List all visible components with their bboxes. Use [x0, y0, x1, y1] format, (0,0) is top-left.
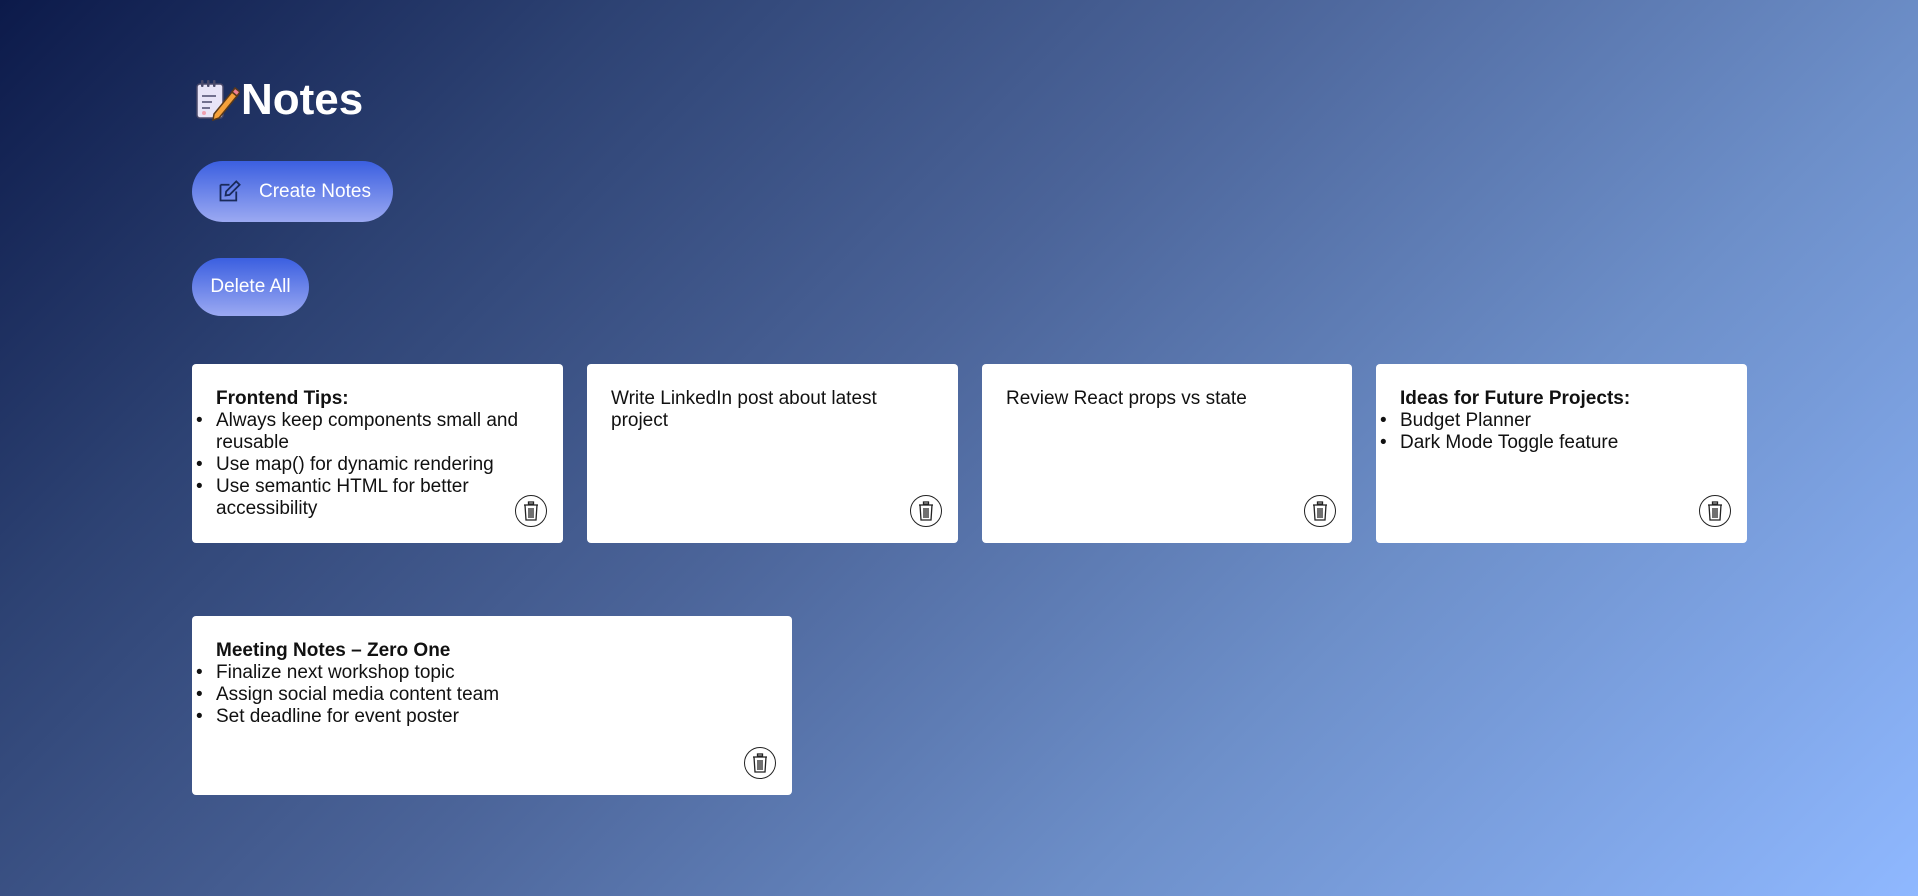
- note-list: Budget Planner Dark Mode Toggle feature: [1380, 410, 1723, 454]
- app-header: Notes: [192, 76, 363, 124]
- note-card: Meeting Notes – Zero One Finalize next w…: [192, 616, 792, 795]
- notepad-pencil-icon: [196, 80, 240, 122]
- list-item: Always keep components small and reusabl…: [196, 410, 539, 454]
- delete-note-button[interactable]: [515, 495, 547, 527]
- note-card: Write LinkedIn post about latest project: [587, 364, 958, 543]
- note-list: Finalize next workshop topic Assign soci…: [196, 662, 768, 728]
- note-text: Review React props vs state: [1006, 388, 1247, 409]
- delete-note-button[interactable]: [1699, 495, 1731, 527]
- note-card: Review React props vs state: [982, 364, 1352, 543]
- note-heading: Meeting Notes – Zero One: [216, 640, 451, 661]
- trash-icon: [1708, 501, 1722, 521]
- note-heading: Ideas for Future Projects:: [1400, 388, 1631, 409]
- delete-all-button[interactable]: Delete All: [192, 258, 309, 316]
- page-title: Notes: [241, 75, 364, 124]
- list-item: Set deadline for event poster: [196, 706, 768, 728]
- list-item: Finalize next workshop topic: [196, 662, 768, 684]
- create-notes-button[interactable]: Create Notes: [192, 161, 393, 222]
- note-text: Write LinkedIn post about latest project: [611, 388, 877, 431]
- note-list: Always keep components small and reusabl…: [196, 410, 539, 520]
- list-item: Use map() for dynamic rendering: [196, 454, 539, 476]
- delete-note-button[interactable]: [744, 747, 776, 779]
- trash-icon: [524, 501, 538, 521]
- list-item: Dark Mode Toggle feature: [1380, 432, 1723, 454]
- edit-icon: [219, 180, 241, 202]
- trash-icon: [1313, 501, 1327, 521]
- note-card: Ideas for Future Projects: Budget Planne…: [1376, 364, 1747, 543]
- list-item: Use semantic HTML for better accessibili…: [196, 476, 539, 520]
- create-notes-label: Create Notes: [259, 180, 371, 202]
- note-heading: Frontend Tips:: [216, 388, 349, 409]
- trash-icon: [753, 753, 767, 773]
- note-card: Frontend Tips: Always keep components sm…: [192, 364, 563, 543]
- list-item: Budget Planner: [1380, 410, 1723, 432]
- delete-note-button[interactable]: [910, 495, 942, 527]
- trash-icon: [919, 501, 933, 521]
- list-item: Assign social media content team: [196, 684, 768, 706]
- delete-note-button[interactable]: [1304, 495, 1336, 527]
